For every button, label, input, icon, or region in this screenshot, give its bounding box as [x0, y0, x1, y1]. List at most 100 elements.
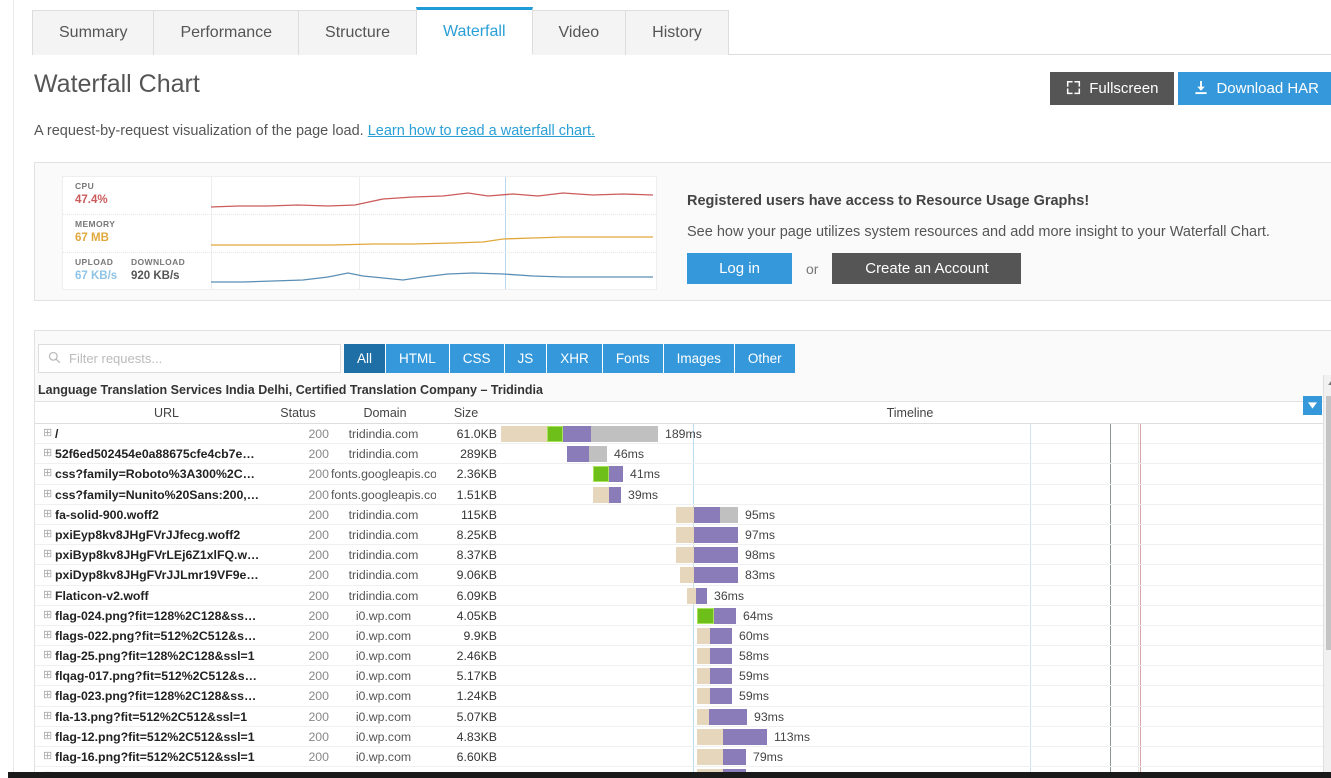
filter-chip-fonts[interactable]: Fonts — [602, 344, 664, 373]
timeline-bar[interactable] — [593, 466, 623, 483]
tab-video[interactable]: Video — [531, 10, 627, 55]
plus-expand-icon[interactable]: ⊞ — [43, 749, 52, 762]
waterfall-help-link[interactable]: Learn how to read a waterfall chart. — [368, 123, 595, 139]
filter-chip-xhr[interactable]: XHR — [547, 344, 603, 373]
create-account-button[interactable]: Create an Account — [832, 253, 1022, 284]
timeline-bar[interactable] — [697, 749, 746, 765]
column-header-status[interactable]: Status — [267, 406, 329, 420]
timeline-segment-blocked — [676, 547, 694, 564]
request-url[interactable]: Flaticon-v2.woff — [55, 589, 260, 603]
request-url[interactable]: fa-solid-900.woff2 — [55, 508, 260, 522]
tab-history[interactable]: History — [625, 10, 729, 55]
plus-expand-icon[interactable]: ⊞ — [43, 487, 52, 500]
request-url[interactable]: fla-13.png?fit=512%2C512&ssl=1 — [55, 710, 260, 724]
download-har-button[interactable]: Download HAR — [1178, 72, 1331, 105]
plus-expand-icon[interactable]: ⊞ — [43, 688, 52, 701]
table-row[interactable]: ⊞/200 tridindia.com 61.0KB 189ms — [35, 424, 1331, 778]
plus-expand-icon[interactable]: ⊞ — [43, 668, 52, 681]
timeline-cell: 95ms — [501, 505, 1331, 524]
request-url[interactable]: / — [55, 427, 260, 441]
column-header-domain[interactable]: Domain — [335, 406, 435, 420]
plus-expand-icon[interactable]: ⊞ — [43, 527, 52, 540]
request-url[interactable]: pxiEyp8kv8JHgFVrJJfecg.woff2 — [55, 528, 260, 542]
timeline-bar[interactable] — [676, 506, 738, 523]
timeline-bar[interactable] — [697, 668, 732, 685]
table-row[interactable]: ⊞ flag-12.png?fit=512%2C512&ssl=1 200 i0.wp… — [35, 727, 1331, 747]
login-button[interactable]: Log in — [687, 253, 792, 284]
table-row[interactable]: ⊞ css?family=Roboto%3A300%2C… 200 fonts.goo… — [35, 464, 1331, 485]
scrollbar-thumb[interactable] — [1326, 396, 1331, 650]
timeline-bar[interactable] — [680, 567, 738, 584]
timeline-bar[interactable] — [501, 426, 658, 442]
chevron-up-icon[interactable] — [1324, 375, 1331, 389]
request-url[interactable]: flag-25.png?fit=128%2C128&ssl=1 — [55, 649, 260, 663]
plus-expand-icon[interactable]: ⊞ — [43, 628, 52, 641]
plus-expand-icon[interactable]: ⊞ — [43, 588, 52, 601]
request-url[interactable]: flag-16.png?fit=512%2C512&ssl=1 — [55, 750, 260, 764]
timeline-bar[interactable] — [676, 547, 738, 564]
column-header-size[interactable]: Size — [435, 406, 497, 420]
table-row[interactable]: ⊞ flag-023.png?fit=128%2C128&ss… 200 i0.wp.… — [35, 686, 1331, 707]
table-row[interactable]: ⊞ css?family=Nunito%20Sans:200,… 200 fonts.… — [35, 485, 1331, 505]
fullscreen-button[interactable]: Fullscreen — [1050, 72, 1175, 105]
filter-chip-html[interactable]: HTML — [386, 344, 450, 373]
table-row[interactable]: ⊞ 52f6ed502454e0a88675cfe4cb7e… 200 tridind… — [35, 444, 1331, 465]
plus-expand-icon[interactable]: ⊞ — [43, 567, 52, 580]
request-url[interactable]: 52f6ed502454e0a88675cfe4cb7e… — [55, 447, 260, 461]
search-input[interactable] — [67, 350, 317, 367]
filter-chip-js[interactable]: JS — [504, 344, 548, 373]
table-scrollbar[interactable] — [1323, 375, 1331, 778]
table-row[interactable]: ⊞ pxiByp8kv8JHgFVrLEj6Z1xlFQ.w… 200 tridind… — [35, 545, 1331, 566]
plus-expand-icon[interactable]: ⊞ — [43, 648, 52, 661]
timeline-bar[interactable] — [697, 607, 736, 624]
timeline-bar[interactable] — [697, 648, 732, 665]
filter-chip-css[interactable]: CSS — [449, 344, 505, 373]
timeline-bar[interactable] — [593, 486, 621, 503]
timeline-bar[interactable] — [697, 708, 747, 725]
timeline-bar[interactable] — [697, 627, 732, 644]
tab-waterfall[interactable]: Waterfall — [415, 7, 533, 55]
request-url[interactable]: flags-022.png?fit=512%2C512&s… — [55, 629, 260, 643]
column-header-url[interactable]: URL — [95, 406, 238, 420]
request-url[interactable]: pxiDyp8kv8JHgFVrJJLmr19VF9e… — [55, 568, 260, 582]
tab-performance[interactable]: Performance — [153, 10, 300, 55]
table-row[interactable]: ⊞ flags-022.png?fit=512%2C512&s… 200 i0.wp.… — [35, 626, 1331, 647]
plus-expand-icon[interactable]: ⊞ — [43, 507, 52, 520]
request-url[interactable]: pxiByp8kv8JHgFVrLEj6Z1xlFQ.w… — [55, 548, 260, 562]
table-row[interactable]: ⊞ pxiEyp8kv8JHgFVrJJfecg.woff2 200 tridindi… — [35, 525, 1331, 546]
timeline-bar[interactable] — [697, 688, 732, 705]
request-url[interactable]: flqag-017.png?fit=512%2C512&s… — [55, 669, 260, 683]
timeline-bar[interactable] — [567, 446, 607, 463]
table-row[interactable]: ⊞ flag-024.png?fit=128%2C128&ss… 200 i0.wp.… — [35, 606, 1331, 626]
request-url[interactable]: css?family=Roboto%3A300%2C… — [55, 467, 260, 481]
plus-expand-icon[interactable]: ⊞ — [43, 608, 52, 621]
table-row[interactable]: ⊞ pxiDyp8kv8JHgFVrJJLmr19VF9e… 200 tridindi… — [35, 565, 1331, 586]
table-row[interactable]: ⊞ Flaticon-v2.woff 200 tridindia.com 6.09KB 3… — [35, 586, 1331, 606]
plus-expand-icon[interactable]: ⊞ — [43, 729, 52, 742]
tab-summary[interactable]: Summary — [32, 10, 155, 55]
timeline-segment-blocked — [697, 627, 710, 644]
plus-expand-icon[interactable]: ⊞ — [43, 446, 52, 459]
plus-expand-icon[interactable]: ⊞ — [43, 709, 52, 722]
table-row[interactable]: ⊞ fa-solid-900.woff2 200 tridindia.com 115KB… — [35, 505, 1331, 525]
filter-chip-images[interactable]: Images — [663, 344, 735, 373]
table-row[interactable]: ⊞ flqag-017.png?fit=512%2C512&s… 200 i0.wp.… — [35, 666, 1331, 687]
request-url[interactable]: flag-12.png?fit=512%2C512&ssl=1 — [55, 730, 260, 744]
timeline-bar[interactable] — [697, 728, 767, 745]
table-row[interactable]: ⊞ fla-13.png?fit=512%2C512&ssl=1 200 i0.wp.… — [35, 707, 1331, 727]
plus-expand-icon[interactable]: ⊞ — [43, 426, 52, 439]
request-url[interactable]: flag-023.png?fit=128%2C128&ss… — [55, 689, 260, 703]
timeline-bar[interactable] — [676, 526, 738, 543]
request-url[interactable]: flag-024.png?fit=128%2C128&ss… — [55, 609, 260, 623]
tab-structure[interactable]: Structure — [298, 10, 417, 55]
search-box[interactable] — [38, 344, 341, 373]
table-row[interactable]: ⊞ flag-16.png?fit=512%2C512&ssl=1 200 i0.wp… — [35, 747, 1331, 768]
plus-expand-icon[interactable]: ⊞ — [43, 466, 52, 479]
timeline-sort-button[interactable] — [1303, 396, 1322, 415]
filter-chip-all[interactable]: All — [344, 344, 387, 373]
filter-chip-other[interactable]: Other — [734, 344, 795, 373]
table-row[interactable]: ⊞ flag-25.png?fit=128%2C128&ssl=1 200 i0.wp… — [35, 646, 1331, 667]
request-url[interactable]: css?family=Nunito%20Sans:200,… — [55, 488, 260, 502]
plus-expand-icon[interactable]: ⊞ — [43, 547, 52, 560]
timeline-bar[interactable] — [687, 587, 707, 604]
